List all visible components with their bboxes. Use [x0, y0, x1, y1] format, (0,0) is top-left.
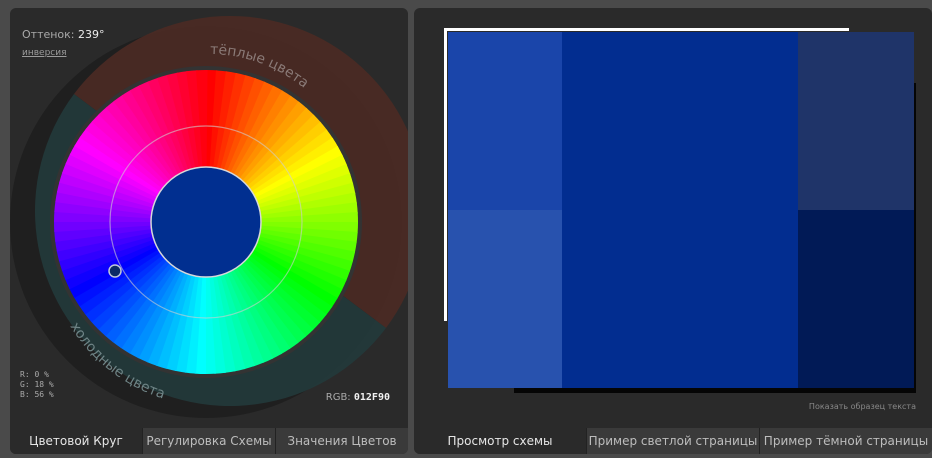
- tab-color-values[interactable]: Значения Цветов: [275, 428, 408, 454]
- rgb-percentages: R: 0 % G: 18 % B: 56 %: [20, 370, 54, 400]
- selected-color-center: [150, 166, 262, 278]
- tab-dark-page-example[interactable]: Пример тёмной страницы: [759, 428, 932, 454]
- left-tabs: Цветовой Круг Регулировка Схемы Значения…: [10, 428, 408, 454]
- hue-selector-handle[interactable]: [108, 264, 122, 278]
- color-wheel-panel: тёплые цвета холодные цвета Оттенок: 239…: [10, 8, 408, 454]
- rgb-hex-readout: RGB: 012F90: [326, 392, 390, 403]
- hue-readout: Оттенок: 239°: [22, 28, 105, 41]
- show-sample-text-link[interactable]: Показать образец текста: [809, 402, 916, 411]
- rgb-b: B: 56 %: [20, 390, 54, 399]
- hue-value: 239°: [78, 28, 105, 41]
- tab-scheme-adjust[interactable]: Регулировка Схемы: [142, 428, 275, 454]
- tab-scheme-preview[interactable]: Просмотр схемы: [414, 428, 586, 454]
- tab-light-page-example[interactable]: Пример светлой страницы: [586, 428, 759, 454]
- color-wheel[interactable]: тёплые цвета холодные цвета: [10, 8, 408, 428]
- invert-link[interactable]: инверсия: [22, 48, 67, 58]
- swatch-main[interactable]: [562, 32, 798, 388]
- swatch-left-bottom[interactable]: [448, 210, 562, 388]
- rgb-r: R: 0 %: [20, 370, 49, 379]
- rgb-label: RGB:: [325, 392, 351, 403]
- rgb-g: G: 18 %: [20, 380, 54, 389]
- rgb-hex-value[interactable]: 012F90: [354, 392, 390, 403]
- tab-color-wheel[interactable]: Цветовой Круг: [10, 428, 142, 454]
- swatch-left-top[interactable]: [448, 32, 562, 210]
- swatch-right-top[interactable]: [798, 32, 914, 210]
- swatch-right-bottom[interactable]: [798, 210, 914, 388]
- hue-label: Оттенок:: [22, 28, 75, 41]
- scheme-preview-panel: Показать образец текста Просмотр схемы П…: [414, 8, 932, 454]
- right-tabs: Просмотр схемы Пример светлой страницы П…: [414, 428, 932, 454]
